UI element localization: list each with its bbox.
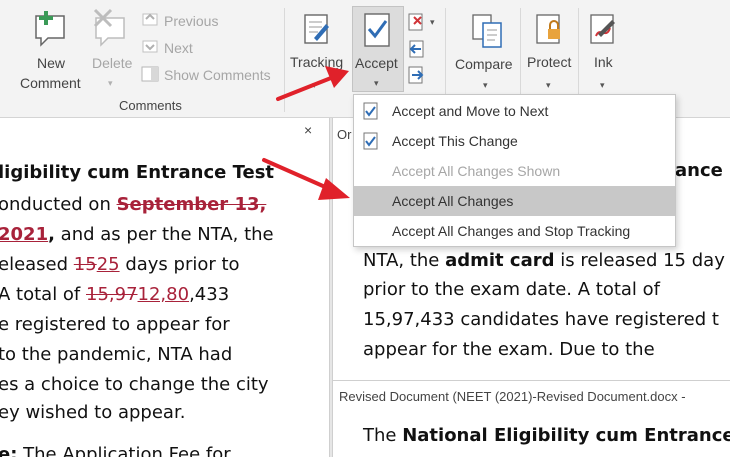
deleted-text: 15,97 (86, 284, 138, 305)
accept-change-icon (362, 132, 380, 155)
original-pane-header: Or (337, 127, 352, 142)
doc-text: National Eligibility cum Entrance (402, 425, 730, 446)
revised-pane-header: Revised Document (NEET (2021)-Revised Do… (339, 389, 686, 404)
compare-icon (470, 12, 506, 55)
menu-item-label: Accept and Move to Next (392, 103, 549, 119)
inserted-text: 25 (96, 254, 120, 275)
new-comment-icon (32, 8, 72, 53)
protect-button[interactable]: Protect (527, 54, 571, 70)
ribbon-separator (284, 8, 285, 112)
compare-button[interactable]: Compare (455, 56, 513, 72)
reject-change-icon[interactable] (407, 12, 427, 37)
doc-text: is released 15 day (554, 250, 725, 271)
accept-button-label[interactable]: Accept (355, 55, 398, 71)
new-comment-label-1[interactable]: New (37, 55, 65, 71)
ink-icon (588, 12, 620, 53)
doc-text: eleased (0, 254, 74, 275)
doc-line: ligibility cum Entrance Test (0, 162, 275, 183)
deleted-text: 15 (73, 254, 97, 275)
doc-text: and as per the NTA, the (54, 224, 274, 245)
doc-line: 2021, and as per the NTA, the (0, 224, 274, 245)
reject-dropdown-caret[interactable]: ▾ (430, 17, 435, 28)
previous-change-icon[interactable] (407, 39, 427, 64)
tracking-button[interactable]: Tracking (290, 54, 343, 70)
doc-line: 15,97,433 candidates have registered t (363, 309, 719, 330)
doc-text: e: (0, 444, 18, 457)
menu-item-label: Accept All Changes and Stop Tracking (392, 223, 631, 239)
comments-group-label: Comments (119, 98, 182, 113)
doc-line: es a choice to change the city (0, 374, 269, 395)
doc-text: The (363, 425, 403, 446)
tracking-icon (302, 12, 332, 53)
doc-line: to the pandemic, NTA had (0, 344, 233, 365)
doc-line: eleased 1525 days prior to (0, 254, 240, 275)
new-comment-label-2[interactable]: Comment (20, 75, 81, 91)
next-comment-button[interactable]: Next (164, 40, 193, 56)
ink-dropdown-caret[interactable]: ▾ (600, 80, 605, 91)
doc-text: The Application Fee for (17, 444, 231, 457)
doc-text: days prior to (119, 254, 240, 275)
delete-comment-icon (92, 8, 132, 53)
doc-text: ,433 (189, 284, 230, 305)
menu-item-accept-this-change[interactable]: Accept This Change (354, 126, 675, 156)
accept-dropdown-menu: Accept and Move to Next Accept This Chan… (353, 94, 676, 247)
doc-line: prior to the exam date. A total of (363, 279, 661, 300)
previous-comment-icon (141, 11, 159, 34)
doc-line: e: The Application Fee for (0, 444, 231, 457)
next-change-icon[interactable] (407, 65, 427, 90)
delete-dropdown-caret[interactable]: ▾ (108, 78, 113, 89)
inserted-text: 2021 (0, 224, 49, 245)
protect-dropdown-caret[interactable]: ▾ (546, 80, 551, 91)
accept-next-icon (362, 102, 380, 125)
delete-comment-button[interactable]: Delete (92, 55, 132, 71)
doc-line: NTA, the admit card is released 15 day (363, 250, 725, 271)
close-pane-icon[interactable]: × (304, 122, 312, 138)
next-comment-icon (141, 38, 159, 61)
protect-icon (534, 12, 566, 53)
doc-text: NTA, the (363, 250, 446, 271)
doc-line: ance (675, 160, 723, 181)
doc-line: e registered to appear for (0, 314, 230, 335)
menu-item-label: Accept This Change (392, 133, 518, 149)
menu-item-label: Accept All Changes (392, 193, 514, 209)
doc-text: admit card (445, 250, 555, 271)
compare-dropdown-caret[interactable]: ▾ (483, 80, 488, 91)
ink-button[interactable]: Ink (594, 54, 613, 70)
menu-item-accept-all-changes-shown[interactable]: Accept All Changes Shown (354, 156, 675, 186)
menu-item-accept-and-move-to-next[interactable]: Accept and Move to Next (354, 96, 675, 126)
combined-document-pane[interactable]: ligibility cum Entrance Test onducted on… (0, 118, 329, 457)
show-comments-icon (141, 65, 159, 88)
doc-line: ey wished to appear. (0, 402, 186, 423)
menu-item-accept-all-and-stop-tracking[interactable]: Accept All Changes and Stop Tracking (354, 216, 675, 246)
doc-text: A total of (0, 284, 86, 305)
accept-icon (362, 12, 394, 53)
doc-line: onducted on September 13, (0, 194, 266, 215)
doc-text: onducted on (0, 194, 117, 215)
menu-item-label: Accept All Changes Shown (392, 163, 561, 179)
previous-comment-button[interactable]: Previous (164, 13, 218, 29)
doc-line: The National Eligibility cum Entrance (363, 425, 730, 446)
inserted-text: 12,80 (137, 284, 190, 305)
tracking-dropdown-caret[interactable]: ▾ (312, 80, 317, 91)
doc-text: , (48, 224, 55, 245)
deleted-text: September 13, (116, 194, 267, 215)
doc-line: appear for the exam. Due to the (363, 339, 655, 360)
menu-item-accept-all-changes[interactable]: Accept All Changes (354, 186, 675, 216)
revised-document-pane[interactable]: Revised Document (NEET (2021)-Revised Do… (333, 380, 730, 457)
doc-line: A total of 15,9712,80,433 (0, 284, 229, 305)
accept-dropdown-caret[interactable]: ▾ (374, 78, 379, 89)
show-comments-button[interactable]: Show Comments (164, 67, 271, 83)
